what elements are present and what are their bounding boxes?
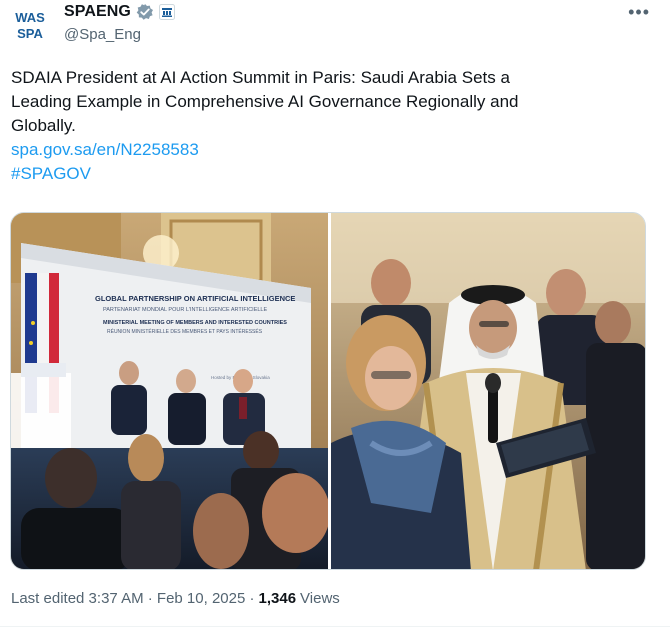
divider [0, 626, 670, 627]
photo-panel-stage[interactable]: GLOBAL PARTNERSHIP ON ARTIFICIAL INTELLI… [11, 213, 328, 569]
display-name[interactable]: SPAENG [64, 3, 131, 21]
svg-text:SPA: SPA [17, 26, 43, 41]
name-row: SPAENG [64, 2, 175, 22]
views-label: Views [300, 590, 340, 607]
views-count: 1,346 [258, 590, 297, 607]
government-badge-icon[interactable] [158, 4, 175, 20]
avatar[interactable]: WAS SPA [10, 4, 50, 44]
spa-logo-icon: WAS SPA [15, 10, 45, 41]
photo-speaker[interactable] [331, 213, 645, 569]
svg-text:GLOBAL PARTNERSHIP ON ARTIFICI: GLOBAL PARTNERSHIP ON ARTIFICIAL INTELLI… [95, 294, 295, 303]
svg-text:WAS: WAS [15, 10, 45, 25]
post-text-line: SDAIA President at AI Action Summit in P… [11, 68, 510, 87]
post-text: SDAIA President at AI Action Summit in P… [11, 66, 651, 186]
edited-timestamp[interactable]: Last edited 3:37 AM · Feb 10, 2025 · [11, 590, 255, 607]
more-icon[interactable]: ••• [628, 2, 650, 23]
user-handle[interactable]: @Spa_Eng [64, 26, 141, 43]
svg-text:RÉUNION MINISTÉRIELLE DES MEMB: RÉUNION MINISTÉRIELLE DES MEMBRES ET PAY… [107, 328, 263, 335]
svg-text:MINISTERIAL MEETING OF MEMBERS: MINISTERIAL MEETING OF MEMBERS AND INTER… [103, 320, 287, 326]
verified-check-icon[interactable] [136, 3, 154, 21]
hashtag-link[interactable]: #SPAGOV [11, 162, 651, 186]
post-header: WAS SPA SPAENG @Spa_Eng ••• [0, 0, 670, 56]
media-grid: GLOBAL PARTNERSHIP ON ARTIFICIAL INTELLI… [10, 212, 646, 570]
post-text-line: Leading Example in Comprehensive AI Gove… [11, 92, 519, 111]
post-footer: Last edited 3:37 AM · Feb 10, 2025 · 1,3… [11, 590, 340, 607]
article-link[interactable]: spa.gov.sa/en/N2258583 [11, 138, 651, 162]
svg-text:PARTENARIAT MONDIAL POUR L'INT: PARTENARIAT MONDIAL POUR L'INTELLIGENCE … [103, 307, 267, 313]
post-text-line: Globally. [11, 116, 76, 135]
